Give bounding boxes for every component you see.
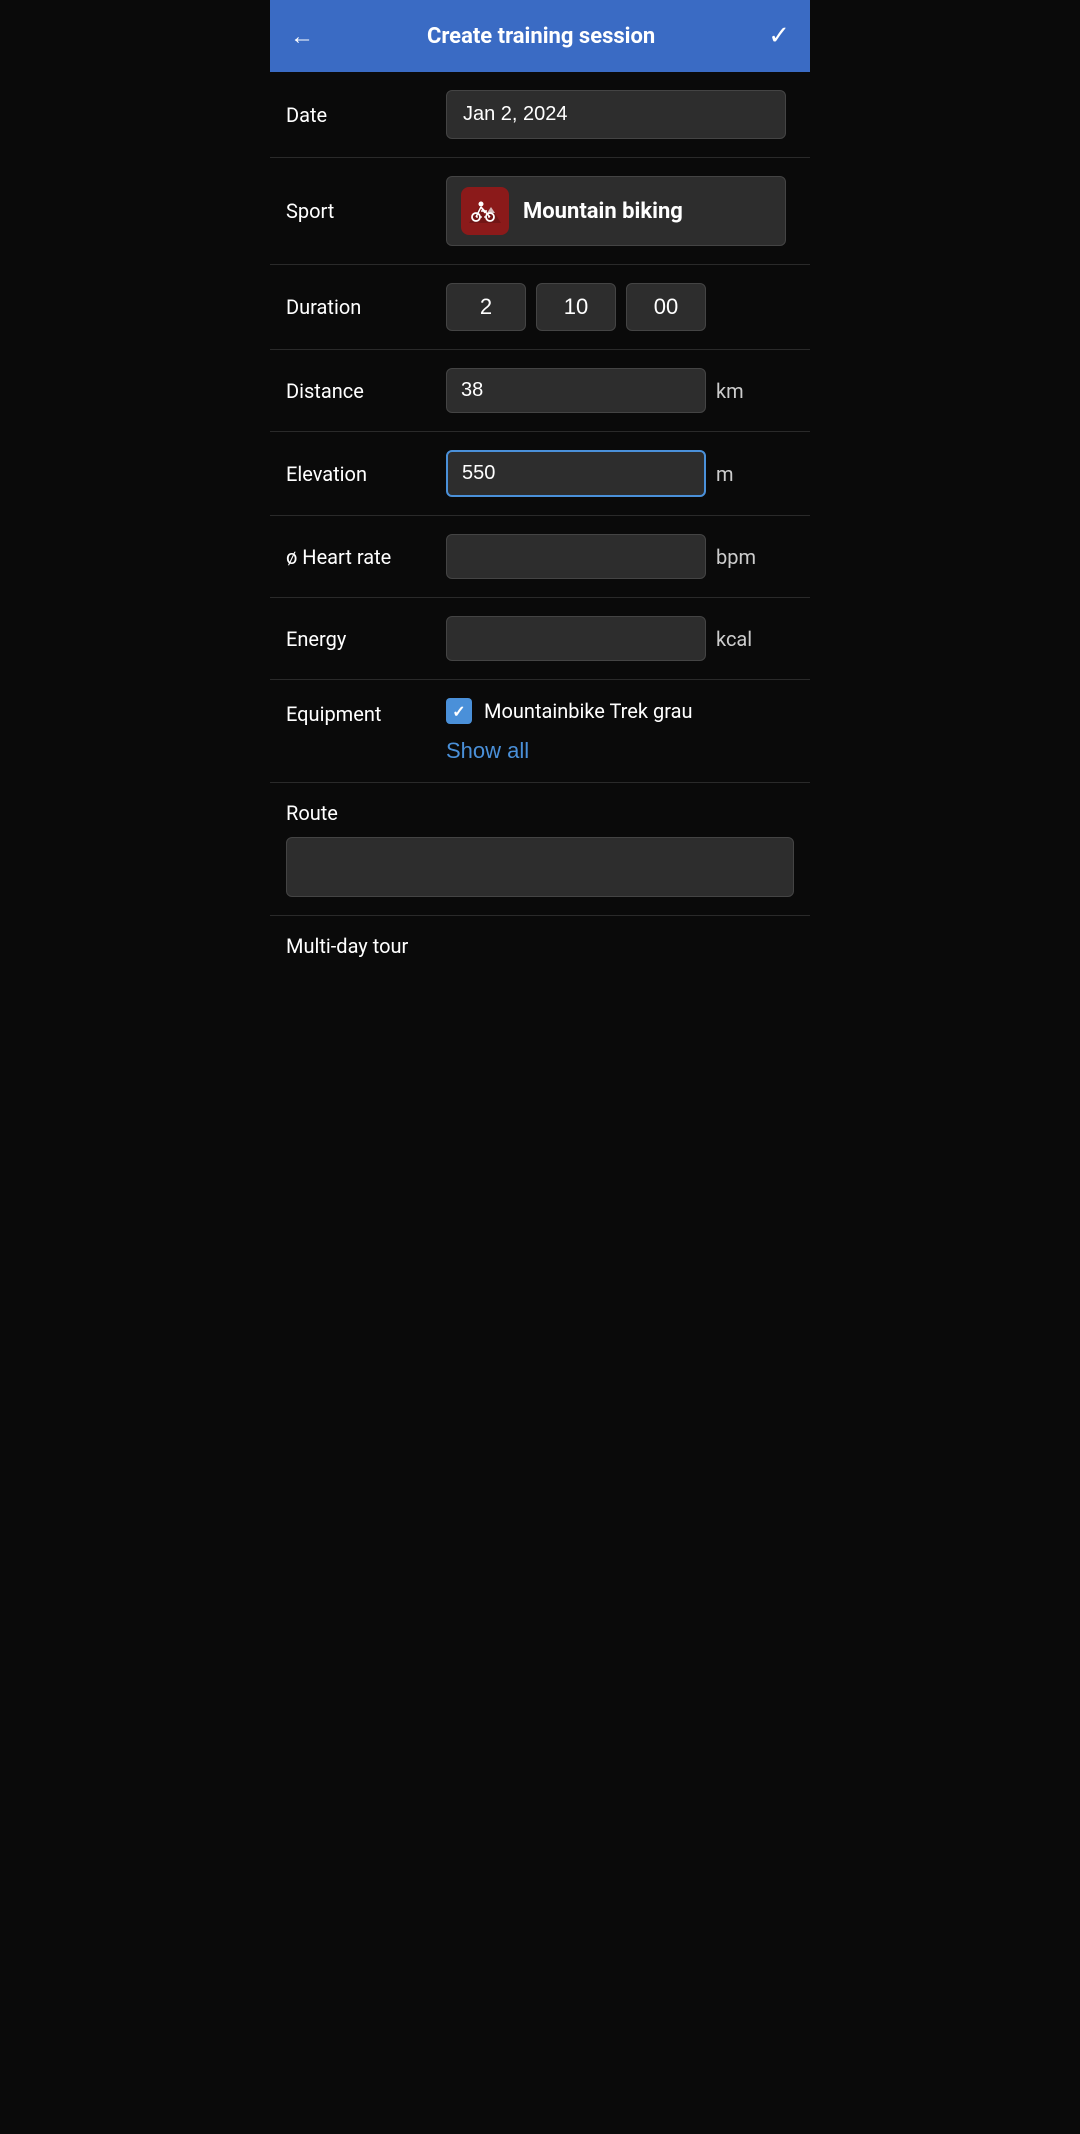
show-all-button[interactable]: Show all [446, 738, 794, 764]
duration-label: Duration [286, 295, 446, 319]
elevation-input[interactable] [446, 450, 706, 497]
equipment-label: Equipment [286, 698, 446, 726]
route-label: Route [286, 801, 794, 825]
elevation-value-area: m [446, 450, 794, 497]
energy-row: Energy kcal [270, 598, 810, 680]
heart-rate-value-area: bpm [446, 534, 794, 579]
sport-row: Sport Mount [270, 158, 810, 265]
duration-seconds-input[interactable] [626, 283, 706, 331]
date-value-area: Jan 2, 2024 [446, 90, 794, 139]
heart-rate-label: ø Heart rate [286, 545, 446, 569]
energy-value-area: kcal [446, 616, 794, 661]
heart-rate-row: ø Heart rate bpm [270, 516, 810, 598]
confirm-button[interactable]: ✓ [768, 21, 790, 51]
sport-name: Mountain biking [523, 199, 683, 224]
elevation-unit: m [716, 462, 766, 486]
distance-row: Distance km [270, 350, 810, 432]
sport-label: Sport [286, 199, 446, 223]
elevation-label: Elevation [286, 462, 446, 486]
equipment-item-name: Mountainbike Trek grau [484, 699, 693, 723]
sport-icon [461, 187, 509, 235]
multi-day-tour-label: Multi-day tour [286, 934, 408, 958]
energy-label: Energy [286, 627, 446, 651]
duration-minutes-input[interactable] [536, 283, 616, 331]
distance-label: Distance [286, 379, 446, 403]
energy-input[interactable] [446, 616, 706, 661]
distance-input[interactable] [446, 368, 706, 413]
date-picker-button[interactable]: Jan 2, 2024 [446, 90, 786, 139]
equipment-item: ✓ Mountainbike Trek grau [446, 698, 794, 724]
duration-value-area [446, 283, 794, 331]
page-title: Create training session [427, 24, 655, 49]
multi-day-tour-row: Multi-day tour [270, 916, 810, 976]
date-label: Date [286, 103, 446, 127]
duration-hours-input[interactable] [446, 283, 526, 331]
equipment-row: Equipment ✓ Mountainbike Trek grau Show … [270, 680, 810, 783]
duration-row: Duration [270, 265, 810, 350]
distance-unit: km [716, 379, 766, 403]
equipment-label-row: Equipment ✓ Mountainbike Trek grau Show … [286, 698, 794, 764]
route-row: Route [270, 783, 810, 916]
back-button[interactable]: ← [290, 22, 314, 51]
mountain-bike-svg [467, 193, 503, 229]
date-row: Date Jan 2, 2024 [270, 72, 810, 158]
equipment-checkbox[interactable]: ✓ [446, 698, 472, 724]
heart-rate-unit: bpm [716, 545, 766, 569]
energy-unit: kcal [716, 627, 766, 651]
sport-value-area: Mountain biking [446, 176, 794, 246]
checkbox-check-icon: ✓ [452, 702, 465, 721]
distance-value-area: km [446, 368, 794, 413]
route-input[interactable] [286, 837, 794, 897]
sport-picker-button[interactable]: Mountain biking [446, 176, 786, 246]
heart-rate-input[interactable] [446, 534, 706, 579]
duration-inputs [446, 283, 706, 331]
elevation-row: Elevation m [270, 432, 810, 516]
equipment-content: ✓ Mountainbike Trek grau Show all [446, 698, 794, 764]
app-header: ← Create training session ✓ [270, 0, 810, 72]
